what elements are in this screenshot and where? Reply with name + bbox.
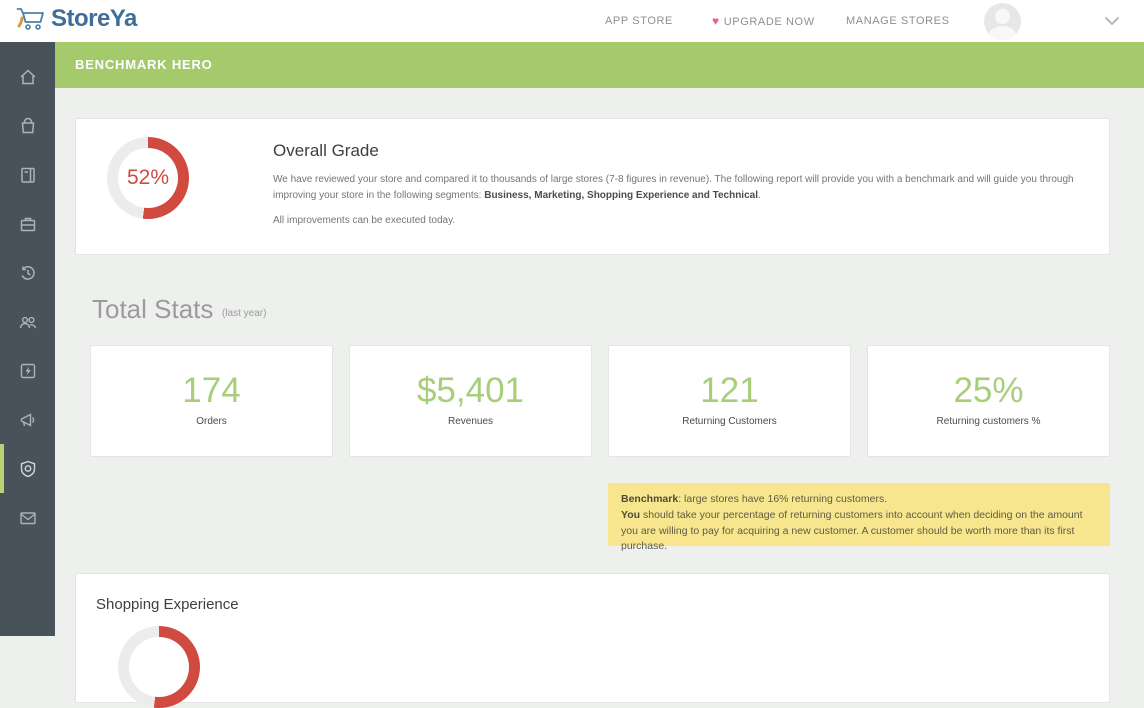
sidebar-item-business[interactable] [0,199,55,248]
benchmark-hero-page: { "colors": { "accent_green": "#a5ca6b",… [0,0,1144,636]
donut-hole [129,637,189,697]
nav-app-store-label: APP STORE [605,15,673,27]
megaphone-icon [18,410,38,430]
stat-label: Returning Customers [682,416,776,427]
page-title-banner: BENCHMARK HERO [55,42,1144,88]
sidebar-item-home[interactable] [0,52,55,101]
stat-label: Revenues [448,416,493,427]
flash-icon [18,361,38,381]
briefcase-icon [18,214,38,234]
page-title: BENCHMARK HERO [75,57,213,72]
avatar-shoulders [989,26,1016,40]
sidebar-item-shop[interactable] [0,101,55,150]
nav-manage-stores-label: MANAGE STORES [846,15,950,27]
total-stats-title: Total Stats [92,294,213,325]
note-benchmark-bold: Benchmark [621,493,678,505]
avatar-head [995,9,1010,24]
sidebar-item-catalog[interactable] [0,150,55,199]
stat-value: 25% [953,371,1023,411]
sidebar-item-benchmark[interactable] [0,444,55,493]
brand-name: StoreYa [51,5,137,33]
storeya-logo[interactable]: StoreYa [16,5,137,33]
sidebar-item-promotions[interactable] [0,395,55,444]
stat-label: Returning customers % [937,416,1041,427]
shopping-bag-icon [18,116,38,136]
stat-value: 121 [700,371,758,411]
stat-value: $5,401 [417,371,524,411]
description-segments-bold: Business, Marketing, Shopping Experience… [484,190,758,201]
nav-app-store[interactable]: APP STORE [605,0,673,42]
chevron-down-icon [1104,16,1120,26]
note-line1: : large stores have 16% returning custom… [678,493,887,505]
nav-upgrade-now[interactable]: ♥ UPGRADE NOW [712,0,815,42]
overall-grade-note: All improvements can be executed today. [273,215,455,226]
sidebar-item-coupons[interactable] [0,346,55,395]
mail-icon [18,508,38,528]
shopping-experience-card: Shopping Experience [75,573,1110,703]
note-line2: should take your percentage of returning… [621,509,1083,553]
shield-icon [18,459,38,479]
heart-icon: ♥ [712,14,720,28]
home-icon [18,67,38,87]
sidebar-item-inbox[interactable] [0,493,55,542]
stats-row: 174 Orders $5,401 Revenues 121 Returning… [90,345,1110,457]
description-period: . [758,190,761,201]
stat-value: 174 [182,371,240,411]
overall-grade-description: We have reviewed your store and compared… [273,172,1088,203]
stat-card-orders: 174 Orders [90,345,333,457]
cart-icon [16,6,46,32]
users-icon [17,312,39,332]
stat-card-returning-customers-pct: 25% Returning customers % [867,345,1110,457]
stat-card-revenues: $5,401 Revenues [349,345,592,457]
stat-label: Orders [196,416,227,427]
sidebar [0,42,55,636]
overall-grade-title: Overall Grade [273,141,379,161]
user-avatar[interactable] [984,3,1021,40]
top-bar: StoreYa APP STORE ♥ UPGRADE NOW MANAGE ST… [0,0,1144,42]
account-menu-chevron[interactable] [1104,13,1120,31]
sidebar-item-history[interactable] [0,248,55,297]
shopping-experience-title: Shopping Experience [96,596,1089,613]
nav-upgrade-now-label: UPGRADE NOW [724,16,815,28]
benchmark-note: Benchmark: large stores have 16% returni… [608,483,1110,546]
nav-manage-stores[interactable]: MANAGE STORES [846,0,950,42]
total-stats-subtitle: (last year) [222,308,266,319]
shopping-grade-donut [118,626,200,708]
sidebar-item-customers[interactable] [0,297,55,346]
stat-card-returning-customers: 121 Returning Customers [608,345,851,457]
history-clock-icon [18,263,38,283]
overall-grade-donut: 52% [107,137,189,219]
note-you-bold: You [621,509,640,521]
overall-grade-percent: 52% [107,137,189,219]
overall-grade-card: 52% Overall Grade We have reviewed your … [75,118,1110,255]
book-icon [18,165,38,185]
